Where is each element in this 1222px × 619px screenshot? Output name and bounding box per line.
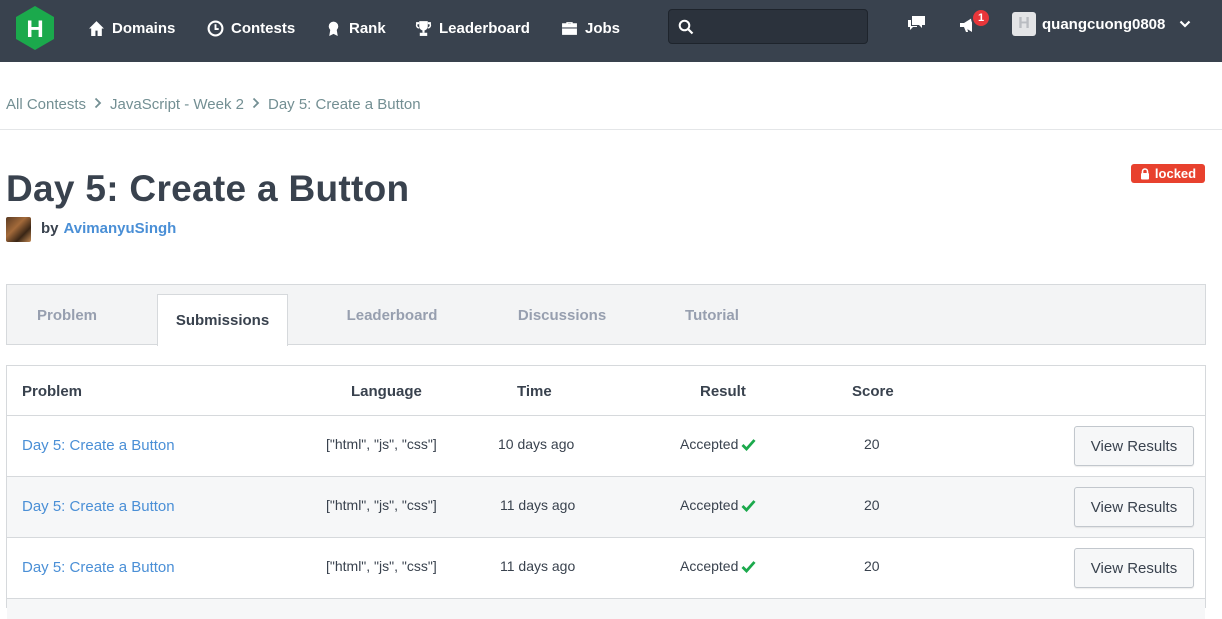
view-results-button[interactable]: View Results [1074, 426, 1194, 466]
column-header-score: Score [852, 383, 894, 400]
tab-problem[interactable]: Problem [7, 285, 127, 345]
language-cell: ["html", "js", "css"] [326, 558, 437, 574]
result-label: Accepted [680, 436, 739, 452]
nav-leaderboard[interactable]: Leaderboard [415, 17, 530, 39]
language-cell: ["html", "js", "css"] [326, 436, 437, 452]
home-icon [89, 20, 104, 36]
nav-leaderboard-label: Leaderboard [439, 19, 530, 37]
check-icon [741, 500, 756, 512]
table-header: Problem Language Time Result Score [7, 366, 1205, 416]
nav-jobs-label: Jobs [585, 19, 621, 37]
problem-link[interactable]: Day 5: Create a Button [22, 559, 175, 576]
tab-discussions[interactable]: Discussions [497, 285, 627, 345]
divider [0, 129, 1222, 130]
notification-badge: 1 [971, 8, 991, 28]
tab-submissions[interactable]: Submissions [157, 294, 288, 346]
result-cell: Accepted [680, 436, 756, 452]
table-row: Day 5: Create a Button ["html", "js", "c… [7, 538, 1205, 599]
trophy-icon [415, 20, 432, 36]
user-menu[interactable]: H quangcuong0808 [1012, 11, 1191, 37]
column-header-language: Language [351, 383, 422, 400]
clock-icon [207, 20, 224, 36]
chat-icon [908, 16, 925, 30]
svg-text:H: H [26, 16, 43, 43]
nav-domains-label: Domains [112, 19, 176, 37]
result-label: Accepted [680, 558, 739, 574]
page-title: Day 5: Create a Button [6, 168, 410, 209]
username: quangcuong0808 [1042, 15, 1166, 33]
status-badge: locked [1131, 164, 1205, 183]
chevron-right-icon [252, 97, 260, 112]
check-icon [741, 561, 756, 573]
score-cell: 20 [864, 558, 880, 574]
check-icon [741, 439, 756, 451]
challenge-tabs: Problem Submissions Leaderboard Discussi… [6, 284, 1206, 346]
hackerrank-logo-icon[interactable]: H [14, 5, 56, 51]
search-box[interactable] [668, 9, 868, 44]
chevron-down-icon [1180, 20, 1191, 28]
submissions-table: Problem Language Time Result Score Day 5… [6, 365, 1206, 619]
breadcrumb: All Contests JavaScript - Week 2 Day 5: … [6, 94, 421, 114]
top-navbar: H Domains Contests Rank Leaderboard Jobs… [0, 0, 1222, 62]
search-icon [678, 19, 694, 35]
nav-domains[interactable]: Domains [88, 17, 175, 39]
table-row: Day 5: Create a Button ["html", "js", "c… [7, 477, 1205, 538]
column-header-problem: Problem [22, 383, 83, 400]
time-cell: 11 days ago [500, 497, 576, 513]
nav-rank-label: Rank [349, 19, 386, 37]
table-row [7, 599, 1205, 619]
status-badge-label: locked [1154, 166, 1197, 181]
language-cell: ["html", "js", "css"] [326, 497, 437, 513]
nav-contests-label: Contests [231, 19, 296, 37]
view-results-button[interactable]: View Results [1074, 548, 1194, 588]
medal-icon [328, 21, 339, 36]
problem-link[interactable]: Day 5: Create a Button [22, 498, 175, 515]
tab-leaderboard[interactable]: Leaderboard [327, 285, 457, 345]
search-input[interactable] [701, 14, 861, 39]
time-cell: 11 days ago [500, 558, 576, 574]
problem-link[interactable]: Day 5: Create a Button [22, 437, 175, 454]
time-cell: 10 days ago [498, 436, 575, 452]
column-header-result: Result [700, 383, 746, 400]
nav-contests[interactable]: Contests [207, 17, 295, 39]
author-link[interactable]: AvimanyuSingh [64, 220, 177, 237]
result-cell: Accepted [680, 497, 756, 513]
breadcrumb-contest[interactable]: JavaScript - Week 2 [110, 96, 244, 113]
tab-tutorial[interactable]: Tutorial [667, 285, 757, 345]
briefcase-icon [562, 21, 577, 35]
score-cell: 20 [864, 436, 880, 452]
nav-rank[interactable]: Rank [325, 17, 386, 39]
by-label: by [41, 220, 59, 237]
breadcrumb-current: Day 5: Create a Button [268, 95, 421, 113]
nav-jobs[interactable]: Jobs [561, 17, 620, 39]
chevron-right-icon [94, 97, 102, 112]
result-label: Accepted [680, 497, 739, 513]
table-row: Day 5: Create a Button ["html", "js", "c… [7, 416, 1205, 477]
messages-button[interactable] [906, 14, 928, 34]
author-avatar[interactable] [6, 217, 31, 242]
breadcrumb-all-contests[interactable]: All Contests [6, 96, 86, 113]
author-line: by AvimanyuSingh [41, 220, 176, 237]
result-cell: Accepted [680, 558, 756, 574]
column-header-time: Time [517, 383, 552, 400]
score-cell: 20 [864, 497, 880, 513]
view-results-button[interactable]: View Results [1074, 487, 1194, 527]
lock-icon [1140, 167, 1149, 179]
avatar: H [1012, 12, 1036, 36]
